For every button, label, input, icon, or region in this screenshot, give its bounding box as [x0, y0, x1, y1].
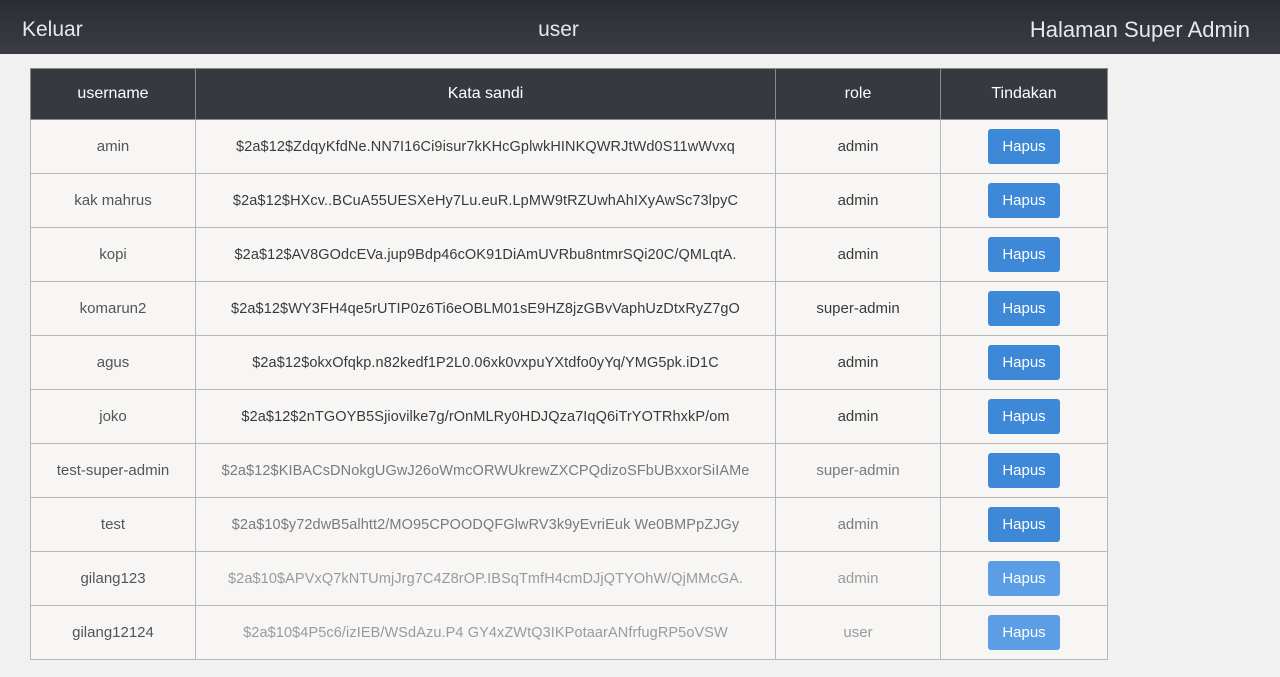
username-cell: agus	[30, 335, 196, 390]
role-cell: admin	[775, 173, 941, 228]
role-cell: super-admin	[775, 443, 941, 498]
role-cell: admin	[775, 551, 941, 606]
table-row: joko $2a$12$2nTGOYB5Sjiovilke7g/rOnMLRy0…	[30, 389, 1108, 444]
password-cell: $2a$10$y72dwB5alhtt2/MO95CPOODQFGlwRV3k9…	[195, 497, 776, 552]
password-cell: $2a$12$KIBACsDNokgUGwJ26oWmcORWUkrewZXCP…	[195, 443, 776, 498]
action-cell: Hapus	[940, 335, 1108, 390]
role-cell: user	[775, 605, 941, 660]
column-header-username: username	[30, 68, 196, 120]
delete-button[interactable]: Hapus	[988, 615, 1060, 650]
table-row: komarun2 $2a$12$WY3FH4qe5rUTIP0z6Ti6eOBL…	[30, 281, 1108, 336]
table-row: kak mahrus $2a$12$HXcv..BCuA55UESXeHy7Lu…	[30, 173, 1108, 228]
role-cell: admin	[775, 335, 941, 390]
password-cell: $2a$12$AV8GOdcEVa.jup9Bdp46cOK91DiAmUVRb…	[195, 227, 776, 282]
delete-button[interactable]: Hapus	[988, 561, 1060, 596]
delete-button[interactable]: Hapus	[988, 237, 1060, 272]
role-cell: admin	[775, 497, 941, 552]
username-cell: komarun2	[30, 281, 196, 336]
action-cell: Hapus	[940, 389, 1108, 444]
username-cell: gilang12124	[30, 605, 196, 660]
password-cell: $2a$12$okxOfqkp.n82kedf1P2L0.06xk0vxpuYX…	[195, 335, 776, 390]
username-cell: amin	[30, 119, 196, 174]
action-cell: Hapus	[940, 119, 1108, 174]
action-cell: Hapus	[940, 497, 1108, 552]
role-cell: admin	[775, 389, 941, 444]
delete-button[interactable]: Hapus	[988, 399, 1060, 434]
table-row: gilang12124 $2a$10$4P5c6/izIEB/WSdAzu.P4…	[30, 605, 1108, 660]
username-cell: test	[30, 497, 196, 552]
action-cell: Hapus	[940, 443, 1108, 498]
action-cell: Hapus	[940, 551, 1108, 606]
action-cell: Hapus	[940, 605, 1108, 660]
delete-button[interactable]: Hapus	[988, 507, 1060, 542]
page-title: user	[538, 18, 579, 41]
column-header-action: Tindakan	[940, 68, 1108, 120]
password-cell: $2a$10$APVxQ7kNTUmjJrg7C4Z8rOP.IBSqTmfH4…	[195, 551, 776, 606]
delete-button[interactable]: Hapus	[988, 345, 1060, 380]
role-cell: super-admin	[775, 281, 941, 336]
username-cell: gilang123	[30, 551, 196, 606]
action-cell: Hapus	[940, 281, 1108, 336]
delete-button[interactable]: Hapus	[988, 129, 1060, 164]
action-cell: Hapus	[940, 227, 1108, 282]
table-header-row: username Kata sandi role Tindakan	[30, 68, 1108, 120]
username-cell: joko	[30, 389, 196, 444]
username-cell: kak mahrus	[30, 173, 196, 228]
username-cell: kopi	[30, 227, 196, 282]
delete-button[interactable]: Hapus	[988, 453, 1060, 488]
table-row: test $2a$10$y72dwB5alhtt2/MO95CPOODQFGlw…	[30, 497, 1108, 552]
action-cell: Hapus	[940, 173, 1108, 228]
password-cell: $2a$12$ZdqyKfdNe.NN7I16Ci9isur7kKHcGplwk…	[195, 119, 776, 174]
delete-button[interactable]: Hapus	[988, 183, 1060, 218]
password-cell: $2a$12$2nTGOYB5Sjiovilke7g/rOnMLRy0HDJQz…	[195, 389, 776, 444]
admin-page-label: Halaman Super Admin	[1029, 17, 1250, 42]
table-row: test-super-admin $2a$12$KIBACsDNokgUGwJ2…	[30, 443, 1108, 498]
username-cell: test-super-admin	[30, 443, 196, 498]
password-cell: $2a$12$WY3FH4qe5rUTIP0z6Ti6eOBLM01sE9HZ8…	[195, 281, 776, 336]
table-row: kopi $2a$12$AV8GOdcEVa.jup9Bdp46cOK91DiA…	[30, 227, 1108, 282]
table-row: gilang123 $2a$10$APVxQ7kNTUmjJrg7C4Z8rOP…	[30, 551, 1108, 606]
password-cell: $2a$10$4P5c6/izIEB/WSdAzu.P4 GY4xZWtQ3IK…	[195, 605, 776, 660]
column-header-role: role	[775, 68, 941, 120]
password-cell: $2a$12$HXcv..BCuA55UESXeHy7Lu.euR.LpMW9t…	[195, 173, 776, 228]
column-header-password: Kata sandi	[195, 68, 776, 120]
top-navbar: Keluar user Halaman Super Admin	[0, 0, 1280, 54]
delete-button[interactable]: Hapus	[988, 291, 1060, 326]
role-cell: admin	[775, 119, 941, 174]
table-row: amin $2a$12$ZdqyKfdNe.NN7I16Ci9isur7kKHc…	[30, 119, 1108, 174]
role-cell: admin	[775, 227, 941, 282]
table-row: agus $2a$12$okxOfqkp.n82kedf1P2L0.06xk0v…	[30, 335, 1108, 390]
users-table: username Kata sandi role Tindakan amin $…	[30, 68, 1108, 660]
